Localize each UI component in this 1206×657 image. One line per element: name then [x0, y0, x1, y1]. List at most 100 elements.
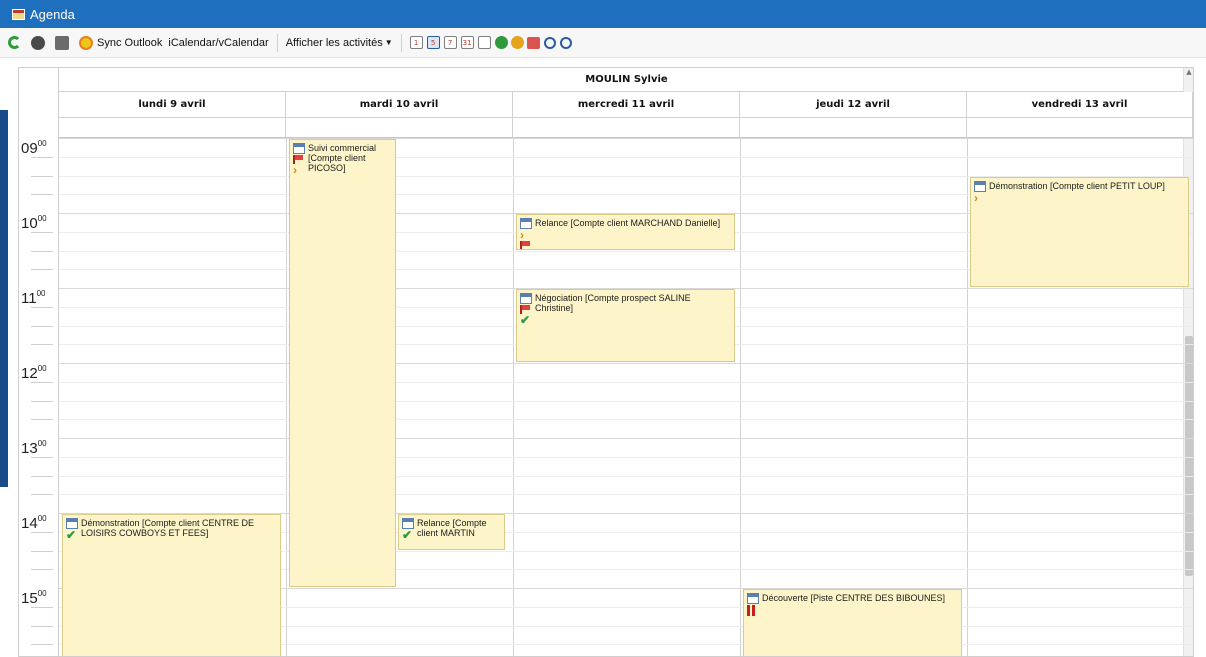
- calendar-event[interactable]: › Relance [Compte client MARCHAND Daniell…: [516, 214, 735, 250]
- event-header: › Démonstration [Compte client PETIT LOUP…: [974, 180, 1185, 205]
- event-header: ✔ Négociation [Compte prospect SALINE Chr…: [520, 293, 731, 326]
- calendar-event[interactable]: ✔ Relance [Compte client MARTIN: [398, 514, 505, 550]
- calendar-icon: [747, 593, 759, 604]
- event-header: ✔ Relance [Compte client MARTIN: [402, 518, 501, 541]
- day-header[interactable]: lundi 9 avril: [59, 92, 286, 118]
- event-icons: ›: [974, 180, 988, 205]
- time-tick: [31, 475, 53, 477]
- event-icons: ✔: [520, 293, 534, 326]
- day-column-divider: [286, 138, 287, 656]
- calendar-icon: [12, 8, 25, 20]
- calendar-event[interactable]: › Démonstration [Compte client PETIT LOUP…: [970, 176, 1189, 287]
- sync-outlook-label: Sync Outlook: [97, 36, 163, 49]
- chevron-icon: ›: [293, 163, 297, 177]
- workweek-view-button[interactable]: 5: [426, 36, 440, 49]
- time-tick: [31, 644, 53, 646]
- event-icons: ✔: [66, 518, 80, 541]
- hour-label: 1400: [19, 514, 59, 532]
- refresh-icon: [8, 36, 21, 49]
- minute-value: 00: [37, 139, 47, 148]
- scroll-up-arrow[interactable]: ▲: [1184, 68, 1193, 80]
- time-tick: [31, 625, 53, 627]
- toolbar-separator: [400, 33, 402, 52]
- time-tick: [31, 175, 53, 177]
- chevron-icon: ›: [520, 228, 524, 242]
- window-titlebar: Agenda: [0, 0, 1206, 28]
- event-icons: ›: [293, 143, 307, 177]
- calendar-owner: MOULIN Sylvie: [59, 68, 1193, 92]
- time-tick: [31, 269, 53, 271]
- minute-value: 00: [37, 214, 47, 223]
- event-title: Négociation [Compte prospect SALINE Chri…: [535, 293, 691, 313]
- pause-icon: [747, 605, 756, 616]
- all-day-cell[interactable]: [740, 118, 967, 138]
- calendar-icon: [402, 518, 414, 529]
- all-day-cell[interactable]: [513, 118, 740, 138]
- zoom-in-icon[interactable]: [543, 36, 556, 49]
- outlook-icon: [79, 35, 93, 50]
- print-button[interactable]: [55, 35, 73, 50]
- all-day-cell[interactable]: [59, 118, 286, 138]
- chevron-icon: ›: [974, 190, 978, 205]
- grid-line: [59, 381, 1193, 383]
- month-view-button[interactable]: 31: [460, 36, 474, 49]
- check-icon: ✔: [66, 528, 77, 542]
- zoom-out-icon[interactable]: [559, 36, 572, 49]
- new-appointment-button[interactable]: [477, 36, 491, 49]
- sync-outlook-button[interactable]: Sync Outlook: [79, 35, 163, 50]
- flag-icon: [520, 241, 531, 249]
- hour-value: 11: [21, 290, 37, 307]
- toolbar-separator: [276, 33, 278, 52]
- minute-value: 00: [36, 289, 46, 298]
- day-column-divider: [740, 138, 741, 656]
- day-view-button[interactable]: 1: [409, 36, 423, 49]
- all-day-cell[interactable]: [286, 118, 513, 138]
- event-header: › Suivi commercial [Compte client PICOSO]: [293, 143, 392, 177]
- window-title: Agenda: [30, 6, 75, 22]
- calendar-event[interactable]: › Suivi commercial [Compte client PICOSO]: [289, 139, 396, 587]
- icalendar-label: iCalendar/vCalendar: [168, 36, 269, 49]
- event-title: Découverte [Piste CENTRE DES BIBOUNES]: [762, 593, 946, 603]
- calendar-grid: 0900 1000 1100 1200 1300 1400 1500 MOULIN Sylv…: [18, 67, 1194, 657]
- hour-value: 10: [21, 215, 38, 232]
- sync-button[interactable]: [31, 35, 49, 50]
- all-day-cell[interactable]: [967, 118, 1193, 138]
- day-header[interactable]: vendredi 13 avril: [967, 92, 1193, 118]
- event-icons: ›: [520, 218, 534, 249]
- hour-value: 13: [21, 440, 38, 457]
- event-header: Découverte [Piste CENTRE DES BIBOUNES]: [747, 593, 958, 616]
- grid-line: [59, 156, 1193, 158]
- hour-value: 15: [21, 590, 38, 607]
- grid-line: [59, 138, 1193, 139]
- day-header[interactable]: jeudi 12 avril: [740, 92, 967, 118]
- calendar-event[interactable]: ✔ Négociation [Compte prospect SALINE Chr…: [516, 289, 735, 362]
- refresh-button[interactable]: [8, 36, 25, 49]
- day-column-divider: [967, 138, 968, 656]
- hour-label: 0900: [19, 139, 59, 157]
- day-header[interactable]: mercredi 11 avril: [513, 92, 740, 118]
- week-view-button[interactable]: 7: [443, 36, 457, 49]
- time-tick: [31, 400, 53, 402]
- hour-label: 1100: [19, 289, 59, 307]
- calendar-event[interactable]: Découverte [Piste CENTRE DES BIBOUNES]: [743, 589, 962, 656]
- day-header[interactable]: mardi 10 avril: [286, 92, 513, 118]
- print-icon: [55, 35, 69, 50]
- left-accent-strip: [0, 110, 8, 487]
- grid-line: [59, 494, 1193, 496]
- calendar-icon: [293, 143, 305, 154]
- flag-icon: [520, 305, 531, 314]
- hour-label: 1300: [19, 439, 59, 457]
- icalendar-button[interactable]: iCalendar/vCalendar: [18, 36, 1194, 657]
- event-title: Relance [Compte client MARCHAND Danielle…: [535, 218, 721, 228]
- previous-button[interactable]: [494, 36, 508, 49]
- calendar-event[interactable]: ✔ Démonstration [Compte client CENTRE DE …: [62, 514, 281, 656]
- show-activities-dropdown[interactable]: Afficher les activités ▼: [18, 37, 1194, 657]
- next-button[interactable]: [510, 36, 524, 49]
- time-tick: [31, 325, 53, 327]
- hour-value: 12: [21, 365, 38, 382]
- flag-icon: [293, 155, 304, 164]
- today-button[interactable]: [526, 36, 540, 49]
- hour-value: 09: [21, 140, 38, 157]
- check-icon: ✔: [520, 313, 531, 327]
- hour-label: 1000: [19, 214, 59, 232]
